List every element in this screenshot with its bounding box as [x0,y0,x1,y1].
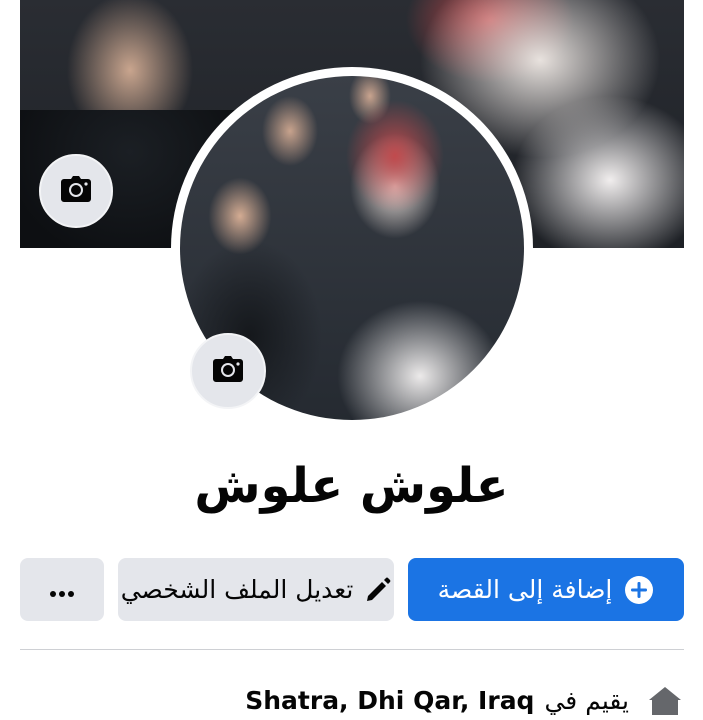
plus-circle-icon [624,575,654,605]
lives-in-row: يقيم في Shatra, Dhi Qar, Iraq [245,680,683,720]
edit-profile-picture-button[interactable] [190,333,266,409]
edit-profile-button[interactable]: تعديل الملف الشخصي [118,558,394,621]
camera-icon [61,176,91,206]
home-icon [647,685,683,715]
edit-profile-label: تعديل الملف الشخصي [120,575,354,604]
ellipsis-icon [49,575,75,604]
profile-name: علوش علوش [194,458,509,514]
camera-icon [213,356,243,386]
edit-cover-photo-button[interactable] [39,154,113,228]
add-to-story-label: إضافة إلى القصة [437,575,613,604]
section-divider [20,649,684,650]
pencil-icon [365,577,391,603]
more-options-button[interactable] [20,558,104,621]
lives-in-prefix: يقيم في [544,685,629,715]
current-city-link[interactable]: Shatra, Dhi Qar, Iraq [245,686,534,715]
add-to-story-button[interactable]: إضافة إلى القصة [408,558,684,621]
